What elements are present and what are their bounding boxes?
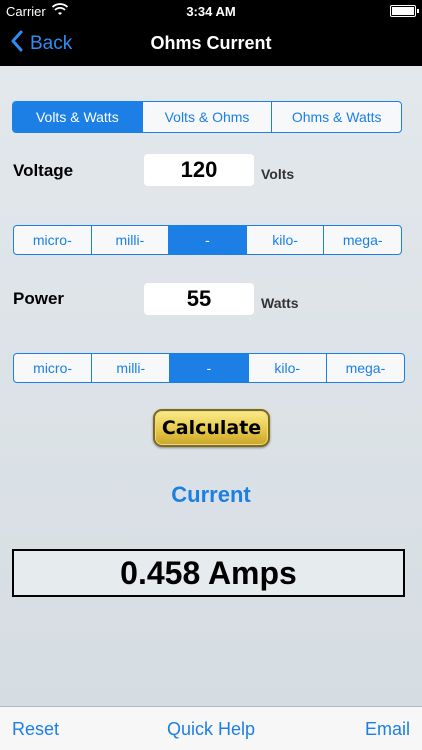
tab-volts-ohms[interactable]: Volts & Ohms	[143, 102, 273, 132]
power-label: Power	[13, 289, 65, 308]
mode-segmented-control: Volts & Watts Volts & Ohms Ohms & Watts	[12, 101, 402, 133]
tab-ohms-watts[interactable]: Ohms & Watts	[272, 102, 401, 132]
voltage-label: Voltage	[13, 161, 74, 180]
result-display: 0.458 Amps	[12, 549, 405, 597]
power-unit: Watts	[261, 295, 299, 311]
power-prefix-control: micro- milli- - kilo- mega-	[13, 353, 405, 383]
voltage-input[interactable]: 120	[144, 154, 254, 186]
voltage-prefix-none[interactable]: -	[169, 226, 247, 254]
battery-icon	[390, 5, 419, 17]
email-button[interactable]: Email	[365, 719, 410, 740]
power-prefix-mega[interactable]: mega-	[327, 354, 404, 382]
power-prefix-milli[interactable]: milli-	[92, 354, 171, 382]
bottom-toolbar: Reset Quick Help Email	[0, 706, 422, 750]
voltage-prefix-micro[interactable]: micro-	[14, 226, 92, 254]
quick-help-button[interactable]: Quick Help	[0, 719, 422, 740]
tab-volts-watts[interactable]: Volts & Watts	[13, 102, 143, 132]
voltage-unit: Volts	[261, 166, 295, 182]
power-prefix-micro[interactable]: micro-	[14, 354, 93, 382]
voltage-prefix-mega[interactable]: mega-	[324, 226, 401, 254]
result-title: Current	[171, 482, 251, 507]
status-bar: Carrier 3:34 AM	[0, 0, 422, 22]
power-prefix-kilo[interactable]: kilo-	[249, 354, 327, 382]
calculate-button[interactable]: Calculate	[153, 409, 270, 447]
voltage-prefix-milli[interactable]: milli-	[92, 226, 170, 254]
status-time: 3:34 AM	[186, 4, 236, 19]
calculator-panel: Volts & Watts Volts & Ohms Ohms & Watts …	[0, 66, 422, 706]
voltage-prefix-kilo[interactable]: kilo-	[247, 226, 325, 254]
power-input[interactable]: 55	[144, 283, 254, 315]
navigation-bar: Back Ohms Current	[0, 22, 422, 66]
power-prefix-none[interactable]: -	[170, 354, 249, 382]
voltage-prefix-control: micro- milli- - kilo- mega-	[13, 225, 402, 255]
page-title: Ohms Current	[150, 33, 272, 53]
